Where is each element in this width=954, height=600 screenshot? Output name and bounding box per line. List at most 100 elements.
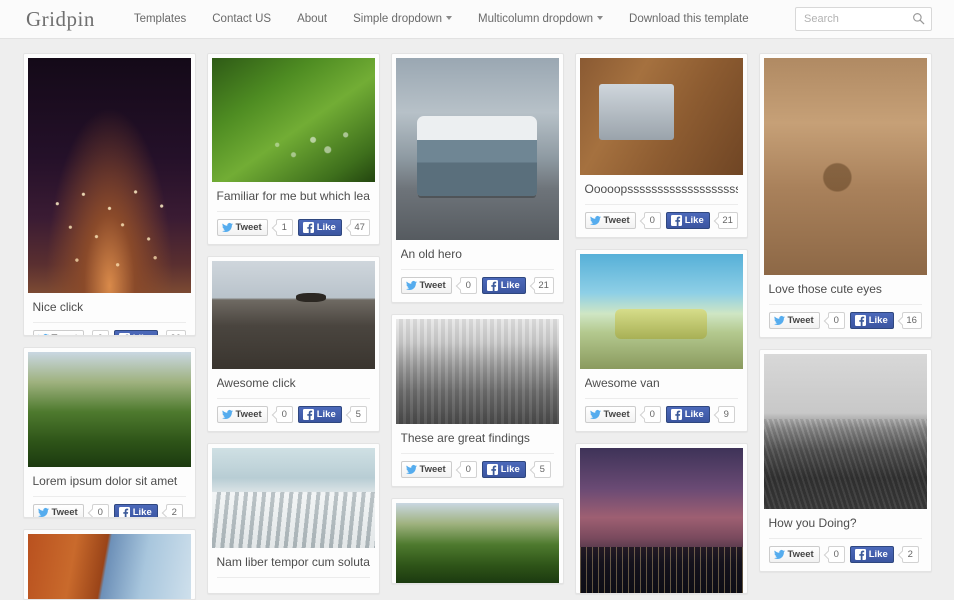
card-title: Love those cute eyes <box>769 282 922 305</box>
tweet-button[interactable]: Tweet <box>769 312 820 329</box>
pin-card[interactable]: How you Doing?Tweet0Like2 <box>759 349 932 572</box>
nav-link-templates[interactable]: Templates <box>121 0 199 39</box>
facebook-icon <box>487 280 498 291</box>
brand-logo[interactable]: Gridpin <box>26 7 95 32</box>
pin-card[interactable]: Awesome clickTweet0Like5 <box>207 256 380 432</box>
facebook-like-button[interactable]: Like <box>298 406 342 423</box>
nav-link-simple-dropdown[interactable]: Simple dropdown <box>340 0 465 39</box>
nav-link-contact-us[interactable]: Contact US <box>199 0 284 39</box>
chevron-down-icon <box>446 16 452 20</box>
share-bar: Tweet0Like2 <box>33 504 186 518</box>
card-title: Nam liber tempor cum soluta <box>217 555 370 578</box>
pin-card[interactable] <box>23 529 196 600</box>
card-title: Familiar for me but which leaf? <box>217 189 370 212</box>
facebook-like-button[interactable]: Like <box>850 546 894 563</box>
card-thumbnail[interactable] <box>580 58 743 175</box>
facebook-like-button[interactable]: Like <box>850 312 894 329</box>
card-thumbnail[interactable] <box>28 534 191 600</box>
card-thumbnail[interactable] <box>28 58 191 293</box>
pin-card[interactable]: Nam liber tempor cum soluta <box>207 443 380 594</box>
facebook-like-button[interactable]: Like <box>482 277 526 294</box>
nav-link-label: Simple dropdown <box>353 13 442 25</box>
pin-card[interactable]: Nice click Tweet0Like26 <box>23 53 196 336</box>
card-thumbnail[interactable] <box>212 261 375 369</box>
tweet-button[interactable]: Tweet <box>401 277 452 294</box>
pin-card[interactable]: Awesome vanTweet0Like9 <box>575 249 748 432</box>
tweet-count: 0 <box>460 277 477 294</box>
card-body: How you Doing?Tweet0Like2 <box>764 509 927 571</box>
card-thumbnail[interactable] <box>396 58 559 240</box>
facebook-icon <box>119 507 130 518</box>
pin-card[interactable] <box>575 443 748 594</box>
tweet-button[interactable]: Tweet <box>217 219 268 236</box>
tweet-button[interactable]: Tweet <box>33 504 84 518</box>
pin-card[interactable]: Familiar for me but which leaf?Tweet1Lik… <box>207 53 380 245</box>
card-body: Familiar for me but which leaf?Tweet1Lik… <box>212 182 375 244</box>
pin-card[interactable] <box>391 498 564 584</box>
nav-link-about[interactable]: About <box>284 0 340 39</box>
like-label: Like <box>685 410 704 420</box>
like-count: 2 <box>902 546 919 563</box>
nav-links: TemplatesContact US About Simple dropdown M… <box>121 0 762 39</box>
share-bar: Tweet0Like26 <box>33 330 186 336</box>
tweet-button[interactable]: Tweet <box>585 212 636 229</box>
nav-link-multicolumn-dropdown[interactable]: Multicolumn dropdown <box>465 0 616 39</box>
pin-card[interactable]: Lorem ipsum dolor sit ametTweet0Like2 <box>23 347 196 518</box>
tweet-button[interactable]: Tweet <box>401 461 452 478</box>
tweet-button[interactable]: Tweet <box>585 406 636 423</box>
pin-card[interactable]: Love those cute eyesTweet0Like16 <box>759 53 932 338</box>
nav-link-label: Multicolumn dropdown <box>478 13 593 25</box>
tweet-count: 0 <box>828 312 845 329</box>
twitter-icon <box>406 280 417 291</box>
card-title: Nice click <box>33 300 186 323</box>
card-body: OoooopsssssssssssssssssssTweet0Like21 <box>580 175 743 237</box>
pin-card[interactable]: OoooopsssssssssssssssssssTweet0Like21 <box>575 53 748 238</box>
nav-link-download-this-template[interactable]: Download this template <box>616 0 762 39</box>
card-thumbnail[interactable] <box>396 503 559 583</box>
twitter-icon <box>38 507 49 518</box>
facebook-like-button[interactable]: Like <box>666 406 710 423</box>
nav-link-label: About <box>297 13 327 25</box>
share-bar: Tweet0Like2 <box>769 546 922 563</box>
card-thumbnail[interactable] <box>764 58 927 275</box>
card-thumbnail[interactable] <box>580 448 743 593</box>
card-title: How you Doing? <box>769 516 922 539</box>
twitter-icon <box>774 315 785 326</box>
search-input[interactable] <box>795 7 932 31</box>
like-count: 5 <box>350 406 367 423</box>
facebook-like-button[interactable]: Like <box>114 504 158 518</box>
tweet-count: 0 <box>276 406 293 423</box>
card-thumbnail[interactable] <box>580 254 743 369</box>
like-label: Like <box>685 216 704 226</box>
card-thumbnail[interactable] <box>396 319 559 424</box>
tweet-count: 0 <box>92 504 109 518</box>
search-box[interactable] <box>795 7 932 31</box>
card-body: An old heroTweet0Like21 <box>396 240 559 302</box>
tweet-button[interactable]: Tweet <box>217 406 268 423</box>
card-body: Nam liber tempor cum soluta <box>212 548 375 593</box>
facebook-like-button[interactable]: Like <box>114 330 158 336</box>
facebook-like-button[interactable]: Like <box>298 219 342 236</box>
pin-card[interactable]: These are great findingsTweet0Like5 <box>391 314 564 487</box>
navbar: Gridpin TemplatesContact US About Simple d… <box>0 0 954 39</box>
facebook-icon <box>671 215 682 226</box>
tweet-button[interactable]: Tweet <box>33 330 84 336</box>
tweet-count: 0 <box>644 212 661 229</box>
tweet-label: Tweet <box>236 223 262 233</box>
grid-column: Nice clickTweet0Like26Lorem ipsum dolor … <box>23 53 196 600</box>
facebook-like-button[interactable]: Like <box>482 461 526 478</box>
nav-link-label: Download this template <box>629 13 749 25</box>
share-bar: Tweet0Like21 <box>585 212 738 229</box>
card-thumbnail[interactable] <box>212 448 375 548</box>
tweet-button[interactable]: Tweet <box>769 546 820 563</box>
card-body: These are great findingsTweet0Like5 <box>396 424 559 486</box>
card-thumbnail[interactable] <box>764 354 927 509</box>
card-thumbnail[interactable] <box>212 58 375 182</box>
facebook-like-button[interactable]: Like <box>666 212 710 229</box>
twitter-icon <box>590 215 601 226</box>
card-body: Nice click Tweet0Like26 <box>28 293 191 336</box>
pin-card[interactable]: An old heroTweet0Like21 <box>391 53 564 303</box>
card-thumbnail[interactable] <box>28 352 191 467</box>
card-title: These are great findings <box>401 431 554 454</box>
like-label: Like <box>869 550 888 560</box>
